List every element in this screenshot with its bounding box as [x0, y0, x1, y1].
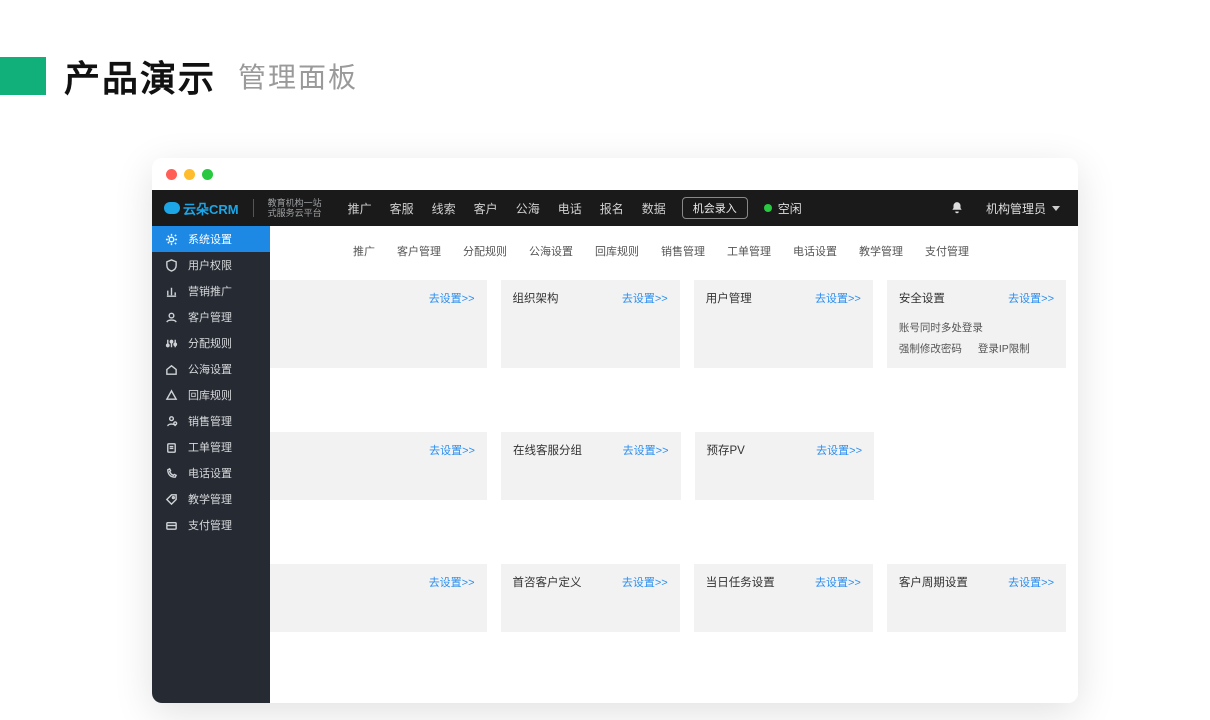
- minimize-icon[interactable]: [184, 169, 195, 180]
- card-sub: 强制修改密码: [899, 341, 962, 356]
- go-settings-link[interactable]: 去设置>>: [1008, 290, 1054, 306]
- clipboard-icon: [164, 440, 178, 454]
- tab[interactable]: 分配规则: [452, 238, 518, 264]
- window-controls: [152, 158, 1078, 190]
- bell-icon[interactable]: [950, 201, 964, 215]
- brand-tagline: 教育机构一站 式服务云平台: [268, 198, 322, 218]
- card-title: 组织架构: [513, 290, 559, 306]
- tab[interactable]: 工单管理: [716, 238, 782, 264]
- nav-item[interactable]: 客户: [474, 200, 498, 217]
- card-sub: 登录IP限制: [978, 341, 1030, 356]
- go-settings-link[interactable]: 去设置>>: [429, 290, 475, 306]
- brand: 云朵CRM 教育机构一站 式服务云平台: [152, 190, 334, 226]
- nav-item[interactable]: 数据: [642, 200, 666, 217]
- app-window: 云朵CRM 教育机构一站 式服务云平台 推广 客服 线索 客户 公海 电话 报名 数据 机会录…: [152, 158, 1078, 703]
- chart-icon: [164, 284, 178, 298]
- tag-icon: [164, 492, 178, 506]
- brand-logo: 云朵CRM: [164, 199, 239, 218]
- tab[interactable]: 支付管理: [914, 238, 980, 264]
- go-settings-link[interactable]: 去设置>>: [816, 442, 862, 458]
- slide-title: 产品演示: [64, 50, 216, 102]
- card-title: 客户周期设置: [899, 574, 968, 590]
- settings-card: 去设置>>: [270, 564, 487, 632]
- close-icon[interactable]: [166, 169, 177, 180]
- brand-name: 云朵CRM: [183, 199, 239, 218]
- user-icon: [164, 310, 178, 324]
- sliders-icon: [164, 336, 178, 350]
- shield-icon: [164, 258, 178, 272]
- go-settings-link[interactable]: 去设置>>: [623, 442, 669, 458]
- settings-card: 去设置>>: [270, 432, 487, 500]
- user-label: 机构管理员: [986, 200, 1046, 217]
- card-title: 安全设置: [899, 290, 945, 306]
- status-dot-icon: [764, 204, 772, 212]
- settings-card: 安全设置 去设置>> 账号同时多处登录强制修改密码 登录IP限制: [887, 280, 1066, 368]
- main-panel: 推广客户管理分配规则公海设置回库规则销售管理工单管理电话设置教学管理支付管理 去…: [210, 226, 1078, 703]
- card-sub: 账号同时多处登录: [899, 320, 983, 335]
- card-title: 当日任务设置: [706, 574, 775, 590]
- settings-icon: [164, 232, 178, 246]
- settings-card: 预存PV 去设置>>: [695, 432, 875, 500]
- slide-heading: 产品演示 管理面板: [0, 50, 358, 102]
- go-settings-link[interactable]: 去设置>>: [429, 442, 475, 458]
- nav-item[interactable]: 公海: [516, 200, 540, 217]
- go-settings-link[interactable]: 去设置>>: [622, 574, 668, 590]
- card-title: 用户管理: [706, 290, 752, 306]
- status-idle[interactable]: 空闲: [764, 200, 802, 217]
- card-title: 在线客服分组: [513, 442, 582, 458]
- nav-item[interactable]: 客服: [390, 200, 414, 217]
- home-icon: [164, 362, 178, 376]
- tab[interactable]: 推广: [342, 238, 386, 264]
- go-settings-link[interactable]: 去设置>>: [815, 574, 861, 590]
- card-title: 首咨客户定义: [513, 574, 582, 590]
- top-nav: 推广 客服 线索 客户 公海 电话 报名 数据: [348, 200, 666, 217]
- tab[interactable]: 公海设置: [518, 238, 584, 264]
- settings-card: 用户管理 去设置>>: [694, 280, 873, 368]
- slide-subtitle: 管理面板: [238, 56, 358, 96]
- nav-item[interactable]: 报名: [600, 200, 624, 217]
- tab[interactable]: 回库规则: [584, 238, 650, 264]
- go-settings-link[interactable]: 去设置>>: [815, 290, 861, 306]
- phone-icon: [164, 466, 178, 480]
- tab[interactable]: 电话设置: [782, 238, 848, 264]
- settings-card: 当日任务设置 去设置>>: [694, 564, 873, 632]
- card-title: 预存PV: [707, 442, 745, 458]
- person-icon: [164, 414, 178, 428]
- triangle-icon: [164, 388, 178, 402]
- cloud-icon: [164, 202, 180, 214]
- settings-card: 客户周期设置 去设置>>: [887, 564, 1066, 632]
- nav-item[interactable]: 线索: [432, 200, 456, 217]
- sub-tabs: 推广客户管理分配规则公海设置回库规则销售管理工单管理电话设置教学管理支付管理: [342, 238, 1066, 264]
- card-icon: [164, 518, 178, 532]
- settings-card: 组织架构 去设置>>: [501, 280, 680, 368]
- status-label: 空闲: [778, 200, 802, 217]
- user-menu[interactable]: 机构管理员: [986, 200, 1060, 217]
- tab[interactable]: 销售管理: [650, 238, 716, 264]
- accent-block: [0, 57, 46, 95]
- settings-card: 去设置>>: [270, 280, 487, 368]
- go-settings-link[interactable]: 去设置>>: [1008, 574, 1054, 590]
- settings-card: 在线客服分组 去设置>>: [501, 432, 681, 500]
- nav-item[interactable]: 电话: [558, 200, 582, 217]
- tab[interactable]: 教学管理: [848, 238, 914, 264]
- go-settings-link[interactable]: 去设置>>: [622, 290, 668, 306]
- divider: [253, 199, 254, 217]
- zoom-icon[interactable]: [202, 169, 213, 180]
- record-button[interactable]: 机会录入: [682, 197, 748, 219]
- chevron-down-icon: [1052, 206, 1060, 211]
- settings-card: 首咨客户定义 去设置>>: [501, 564, 680, 632]
- top-bar: 云朵CRM 教育机构一站 式服务云平台 推广 客服 线索 客户 公海 电话 报名 数据 机会录…: [152, 190, 1078, 226]
- nav-item[interactable]: 推广: [348, 200, 372, 217]
- go-settings-link[interactable]: 去设置>>: [429, 574, 475, 590]
- tab[interactable]: 客户管理: [386, 238, 452, 264]
